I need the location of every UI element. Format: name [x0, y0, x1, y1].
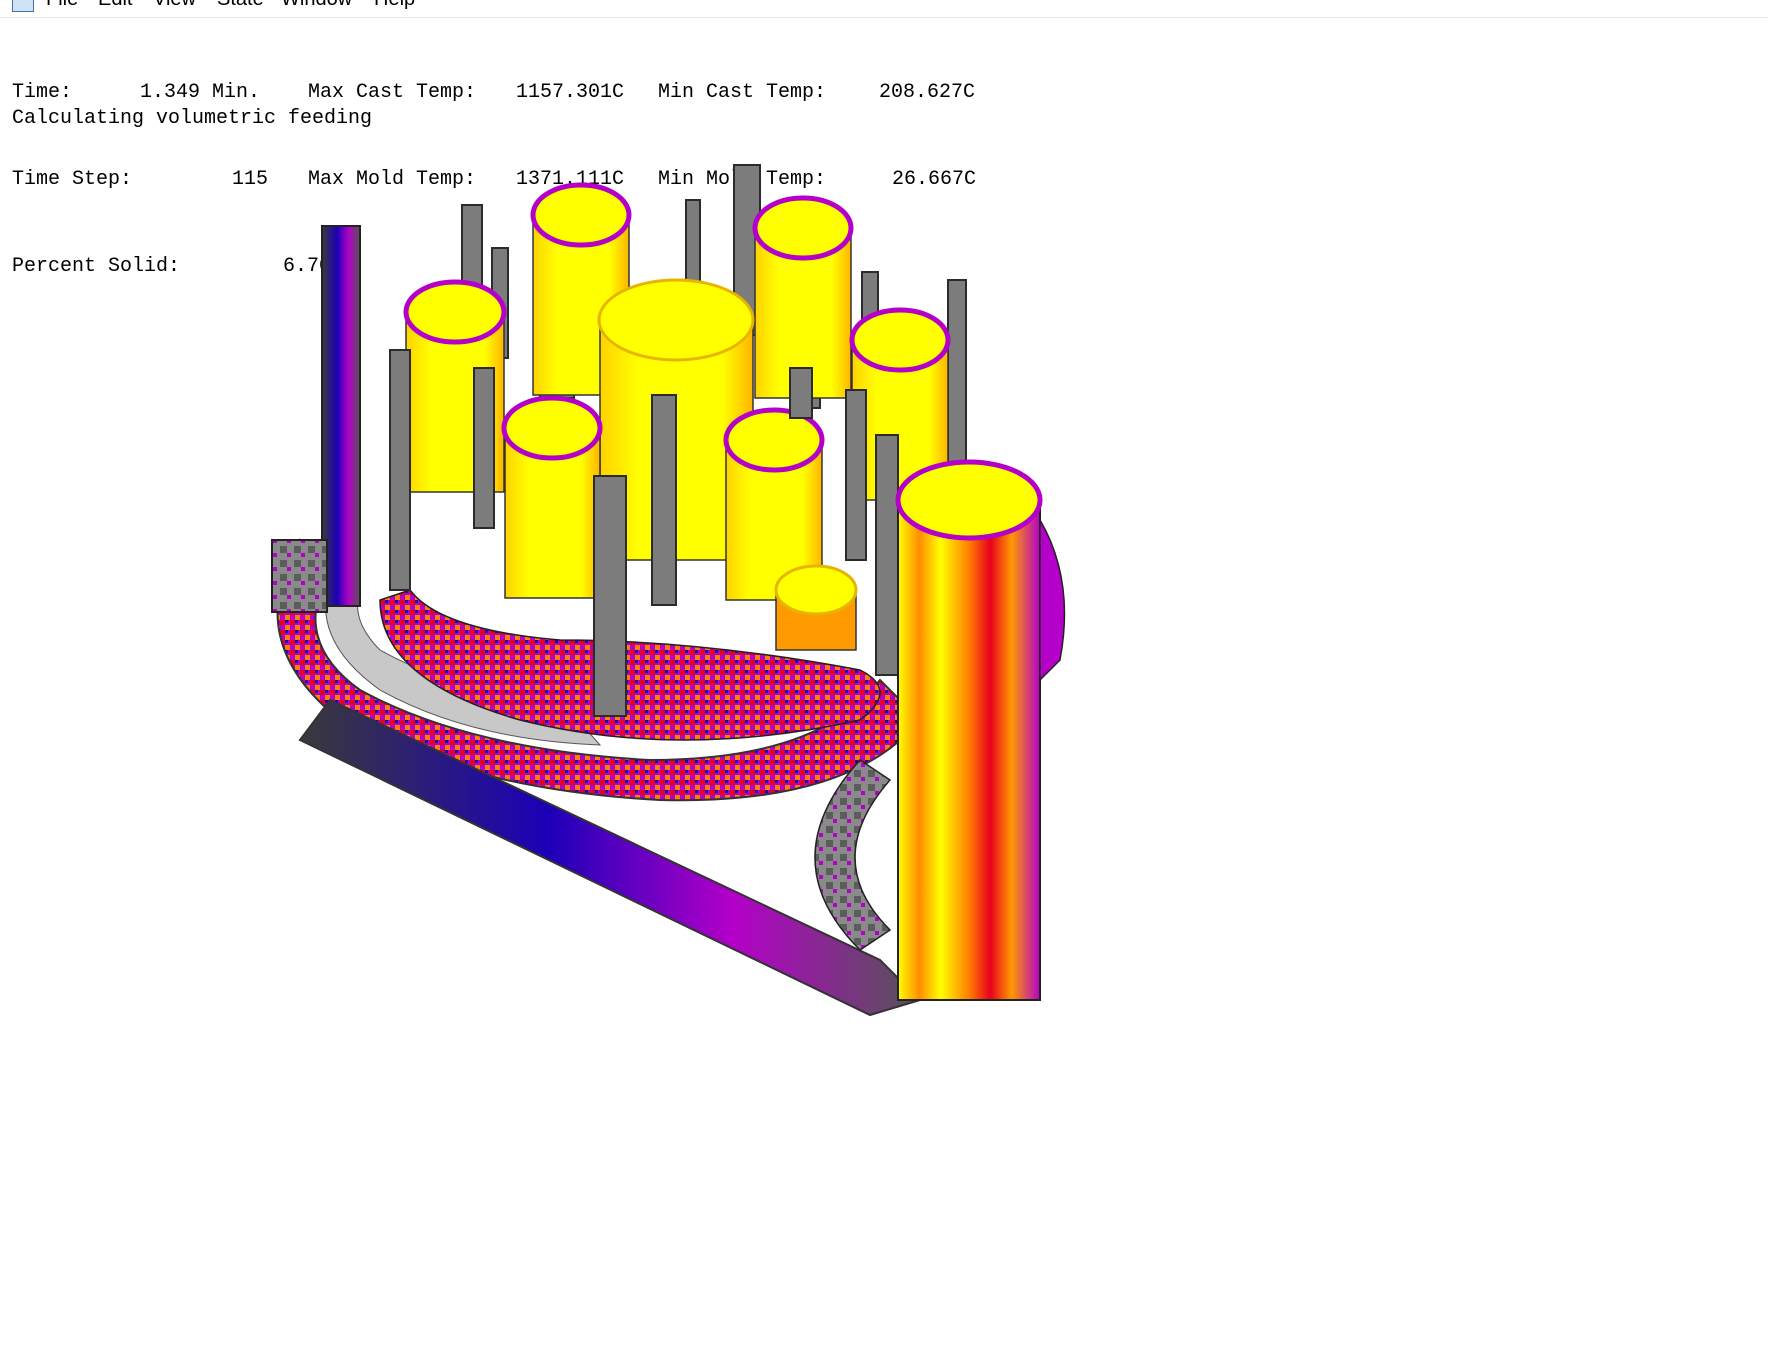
riser	[501, 395, 603, 599]
main-riser	[895, 459, 1066, 1001]
casting-3d-view[interactable]	[0, 0, 1768, 1362]
riser-small	[774, 564, 858, 651]
sprue	[271, 225, 361, 613]
